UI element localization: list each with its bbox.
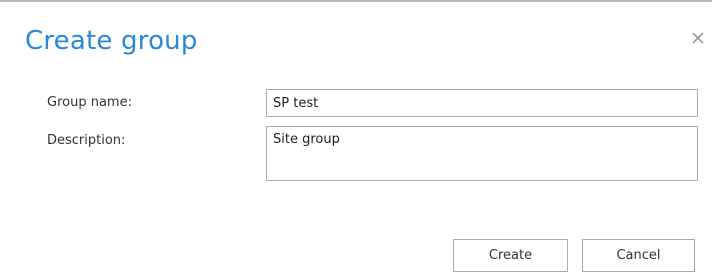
description-textarea[interactable]: Site group — [266, 126, 698, 181]
cancel-button[interactable]: Cancel — [582, 239, 695, 272]
description-label: Description: — [47, 133, 126, 148]
create-group-dialog: Create group Group name: Description: Si… — [0, 0, 712, 275]
create-button[interactable]: Create — [453, 239, 568, 272]
dialog-title: Create group — [25, 26, 198, 56]
close-icon[interactable] — [690, 30, 706, 46]
dialog-top-border — [0, 0, 712, 2]
group-name-label: Group name: — [47, 95, 132, 110]
group-name-input[interactable] — [266, 89, 698, 117]
